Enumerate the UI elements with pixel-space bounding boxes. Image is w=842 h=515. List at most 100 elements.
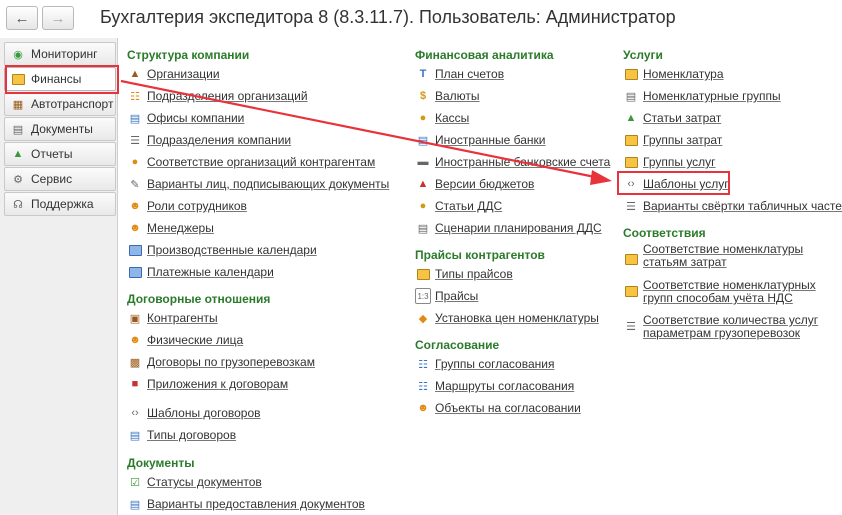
section-title-contracts: Договорные отношения [127,292,271,306]
document-list-icon: ▤ [625,90,637,103]
link-chart-of-accounts[interactable]: T План счетов [415,65,504,83]
sidebar-item-monitoring[interactable]: ◉ Мониторинг [4,42,116,66]
link-service-quantity-match[interactable]: ☰ Соответствие количества услуг параметр… [623,314,835,346]
link-production-calendars[interactable]: Производственные календари [127,241,317,259]
link-signers-variants[interactable]: ✎ Варианты лиц, подписывающих документы [127,175,389,193]
link-approval-groups[interactable]: ☷ Группы согласования [415,355,554,373]
section-title-company-structure: Структура компании [127,48,250,62]
checklist-icon: ☑ [130,476,140,489]
sidebar-item-finance[interactable]: Финансы [4,67,116,91]
link-company-offices[interactable]: ▤ Офисы компании [127,109,245,127]
section-title-matches: Соответствия [623,226,706,240]
catalog-icon [623,283,639,299]
price-tag-icon: ◆ [418,312,428,325]
link-contract-attachments[interactable]: ■ Приложения к договорам [127,375,288,393]
link-freight-contracts[interactable]: ▩ Договоры по грузоперевозкам [127,353,315,371]
sidebar-item-label: Финансы [31,72,82,86]
sidebar-item-transport[interactable]: ▦ Автотранспорт [4,92,116,116]
arrow-left-icon[interactable]: ← [6,6,38,30]
link-nomenclature[interactable]: Номенклатура [623,65,724,83]
person-badge-icon: ● [131,156,139,168]
link-cash-desks[interactable]: ● Кассы [415,109,470,127]
user-icon: ☻ [129,200,141,212]
header: ← → Бухгалтерия экспедитора 8 (8.3.11.7)… [0,0,842,38]
link-nomenclature-cost-match[interactable]: Соответствие номенклатуры статьям затрат [623,243,835,275]
calendar-icon [127,242,143,258]
finance-icon [10,71,26,87]
stack-icon: ☰ [626,200,636,213]
link-approval-objects[interactable]: ☻ Объекты на согласовании [415,399,581,417]
link-nomenclature-groups[interactable]: ▤ Номенклатурные группы [623,87,781,105]
sidebar-item-documents[interactable]: ▤ Документы [4,117,116,141]
users-icon: ☻ [129,334,141,346]
app-window: ← → Бухгалтерия экспедитора 8 (8.3.11.7)… [0,0,842,515]
link-contract-types[interactable]: ▤ Типы договоров [127,426,236,444]
users-icon: ☻ [129,222,141,234]
link-nomenclature-vat-match[interactable]: Соответствие номенклатурных групп способ… [623,279,835,311]
route-icon: ☷ [418,380,428,393]
building-icon: ▤ [129,112,141,125]
link-payment-calendars[interactable]: Платежные календари [127,263,274,281]
link-set-item-prices[interactable]: ◆ Установка цен номенклатуры [415,309,599,327]
list-icon: ☰ [626,320,636,333]
section-title-approval: Согласование [415,338,500,352]
link-price-types[interactable]: Типы прайсов [415,265,513,283]
sidebar-item-support[interactable]: ☊ Поддержка [4,192,116,216]
price-list-icon: 1:3 [415,288,431,304]
link-org-departments[interactable]: ☷ Подразделения организаций [127,87,307,105]
link-contract-templates[interactable]: ‹› Шаблоны договоров [127,404,260,422]
link-organizations[interactable]: ▲ Организации [127,65,220,83]
catalog-icon [623,251,639,267]
chart-of-accounts-icon: T [419,68,427,80]
bank-icon: ▤ [417,134,429,147]
catalog-icon [623,66,639,82]
link-managers[interactable]: ☻ Менеджеры [127,219,214,237]
sidebar-item-label: Документы [31,122,93,136]
link-company-departments[interactable]: ☰ Подразделения компании [127,131,291,149]
link-service-templates[interactable]: ‹› Шаблоны услуг [623,175,728,193]
link-individuals[interactable]: ☻ Физические лица [127,331,243,349]
book-icon: ▤ [129,429,141,442]
section-title-counterparty-prices: Прайсы контрагентов [415,248,545,262]
link-cost-groups[interactable]: Группы затрат [623,131,722,149]
annotation-arrowhead [590,170,612,185]
link-service-groups[interactable]: Группы услуг [623,153,716,171]
window-title: Бухгалтерия экспедитора 8 (8.3.11.7). По… [100,7,676,27]
link-cash-flow-scenarios[interactable]: ▤ Сценарии планирования ДДС [415,219,602,237]
link-org-counterparty-match[interactable]: ● Соответствие организаций контрагентам [127,153,376,171]
template-code-icon: ‹› [627,178,635,190]
link-currencies[interactable]: $ Валюты [415,87,480,105]
link-cash-flow-items[interactable]: ● Статьи ДДС [415,197,502,215]
link-prices[interactable]: 1:3 Прайсы [415,287,478,305]
link-table-collapse-variants[interactable]: ☰ Варианты свёртки табличных частей [623,197,842,215]
address-book-icon: ▣ [129,312,141,325]
price-types-icon [415,266,431,282]
user-icon: ☻ [417,402,429,414]
document-list-icon: ▤ [417,222,429,235]
card-icon: ▬ [417,156,429,168]
link-employee-roles[interactable]: ☻ Роли сотрудников [127,197,247,215]
arrow-right-icon[interactable]: → [42,6,74,30]
link-approval-routes[interactable]: ☷ Маршруты согласования [415,377,574,395]
link-foreign-bank-accounts[interactable]: ▬ Иностранные банковские счета [415,153,611,171]
budget-chart-icon: ▲ [417,178,429,190]
document-list-icon: ▤ [129,498,141,511]
link-budget-versions[interactable]: ▲ Версии бюджетов [415,175,535,193]
link-cost-items[interactable]: ▲ Статьи затрат [623,109,722,127]
link-foreign-banks[interactable]: ▤ Иностранные банки [415,131,546,149]
attachment-icon: ■ [131,378,139,390]
stamp-icon: ▲ [129,68,141,80]
template-code-icon: ‹› [131,407,139,419]
hierarchy-icon: ☷ [130,90,140,103]
link-document-statuses[interactable]: ☑ Статусы документов [127,473,262,491]
sidebar-item-service[interactable]: ⚙ Сервис [4,167,116,191]
sidebar-item-label: Отчеты [31,147,73,161]
link-document-delivery-variants[interactable]: ▤ Варианты предоставления документов [127,495,365,513]
link-counterparties[interactable]: ▣ Контрагенты [127,309,218,327]
sidebar-item-reports[interactable]: ▲ Отчеты [4,142,116,166]
sidebar-item-label: Поддержка [31,197,94,211]
catalog-icon [623,132,639,148]
briefcase-icon: ▩ [129,356,141,369]
report-chart-icon: ▲ [12,148,24,160]
section-title-financial-analytics: Финансовая аналитика [415,48,554,62]
